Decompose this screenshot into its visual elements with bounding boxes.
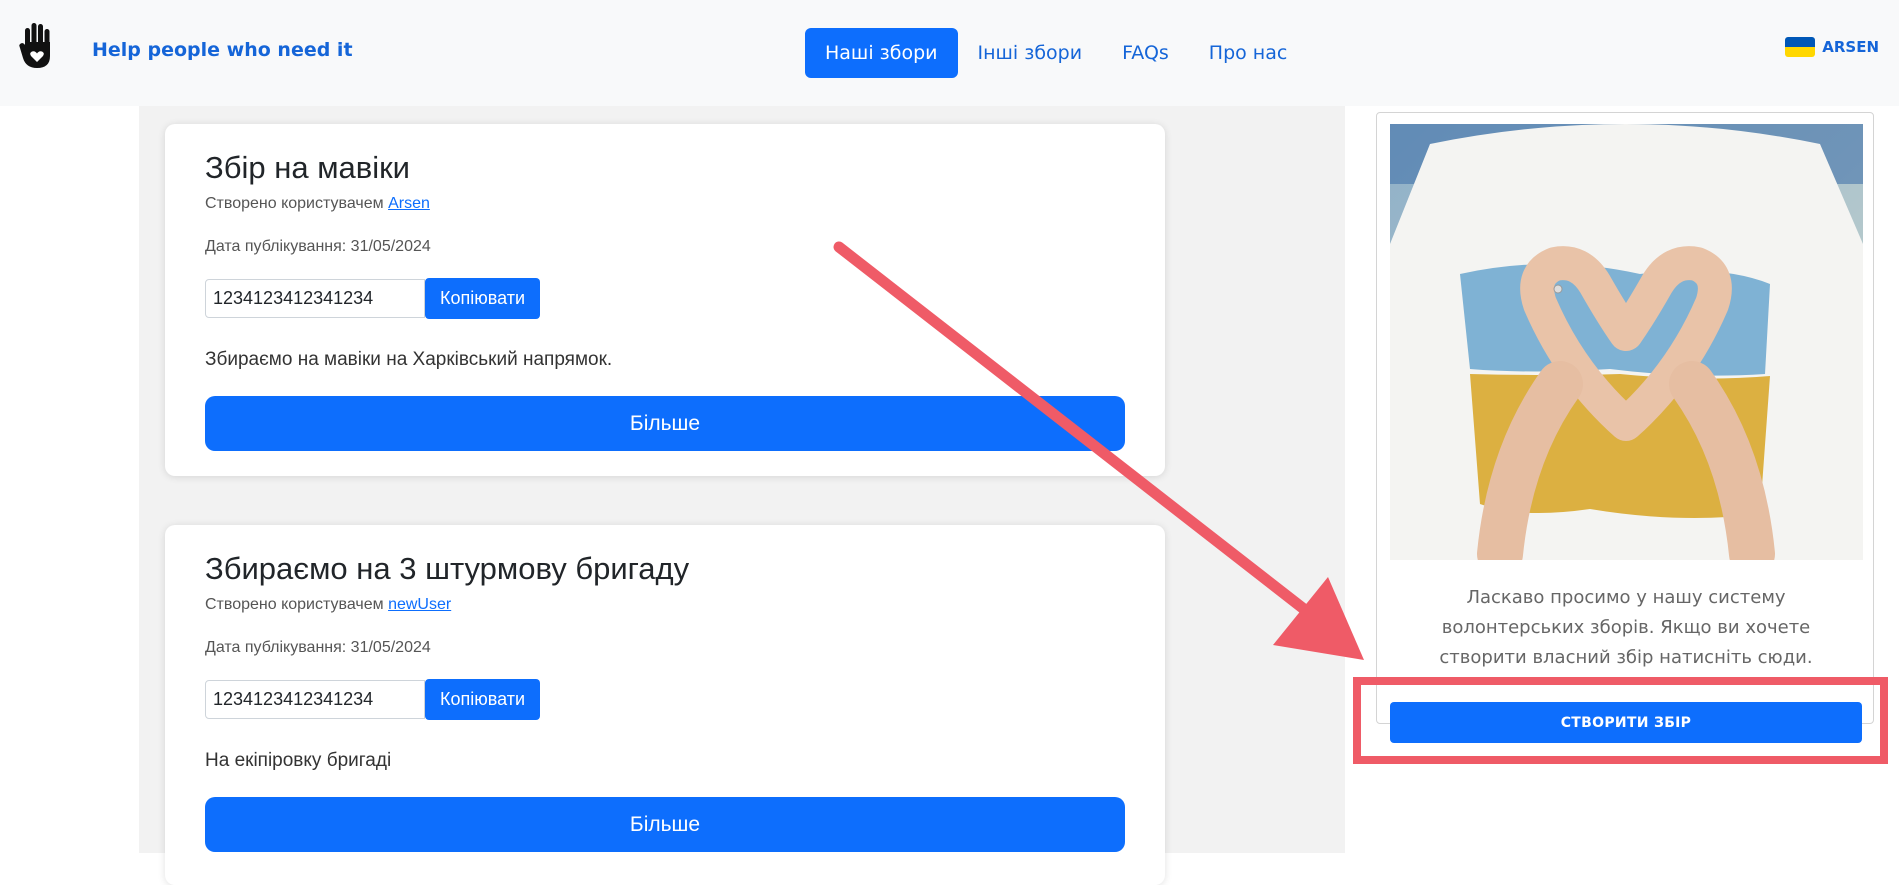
heart-hands-image xyxy=(1390,124,1863,560)
card-title: Збираємо на 3 штурмову бригаду xyxy=(205,551,690,586)
card-number-group: Копіювати xyxy=(205,679,541,720)
create-collection-button[interactable]: СТВОРИТИ ЗБІР xyxy=(1390,702,1862,743)
welcome-text: Ласкаво просимо у нашу систему волонтерс… xyxy=(1439,587,1813,668)
nav-other-collections[interactable]: Інші збори xyxy=(958,28,1103,78)
top-navbar: Help people who need it Наші збори Інші … xyxy=(0,0,1899,106)
author-prefix: Створено користувачем xyxy=(205,195,384,212)
user-name: ARSEN xyxy=(1822,38,1879,56)
card-author-line: Створено користувачем Arsen xyxy=(205,195,430,213)
publish-date: Дата публікування: 31/05/2024 xyxy=(205,639,431,656)
heart-hands-illustration xyxy=(1390,124,1863,560)
brand-link[interactable]: Help people who need it xyxy=(92,39,353,61)
card-number-field[interactable] xyxy=(205,279,425,318)
ukraine-flag-icon xyxy=(1785,37,1816,57)
card-number-group: Копіювати xyxy=(205,278,541,319)
more-button[interactable]: Більше xyxy=(205,797,1125,852)
publish-date: Дата публікування: 31/05/2024 xyxy=(205,238,431,255)
nav-our-collections[interactable]: Наші збори xyxy=(805,28,958,78)
copy-button[interactable]: Копіювати xyxy=(425,679,541,720)
nav-about-us[interactable]: Про нас xyxy=(1189,28,1308,78)
author-link[interactable]: newUser xyxy=(388,596,451,613)
main-nav: Наші збори Інші збори FAQs Про нас xyxy=(805,28,1307,78)
card-title: Збір на мавіки xyxy=(205,150,410,185)
card-number-field[interactable] xyxy=(205,680,425,719)
card-author-line: Створено користувачем newUser xyxy=(205,596,451,614)
author-prefix: Створено користувачем xyxy=(205,596,384,613)
user-menu[interactable]: ARSEN xyxy=(1785,37,1879,57)
collection-card: Збираємо на 3 штурмову бригаду Створено … xyxy=(165,525,1165,885)
copy-button[interactable]: Копіювати xyxy=(425,278,541,319)
collection-card: Збір на мавіки Створено користувачем Ars… xyxy=(165,124,1165,476)
card-description: На екіпіровку бригаді xyxy=(205,750,392,771)
more-button[interactable]: Більше xyxy=(205,396,1125,451)
nav-faqs[interactable]: FAQs xyxy=(1102,28,1189,78)
raised-hand-heart-icon[interactable] xyxy=(18,22,58,70)
author-link[interactable]: Arsen xyxy=(388,195,430,212)
welcome-card: Ласкаво просимо у нашу систему волонтерс… xyxy=(1376,112,1874,724)
card-description: Збираємо на мавіки на Харківський напрям… xyxy=(205,349,613,370)
collections-feed: Збір на мавіки Створено користувачем Ars… xyxy=(139,106,1345,885)
